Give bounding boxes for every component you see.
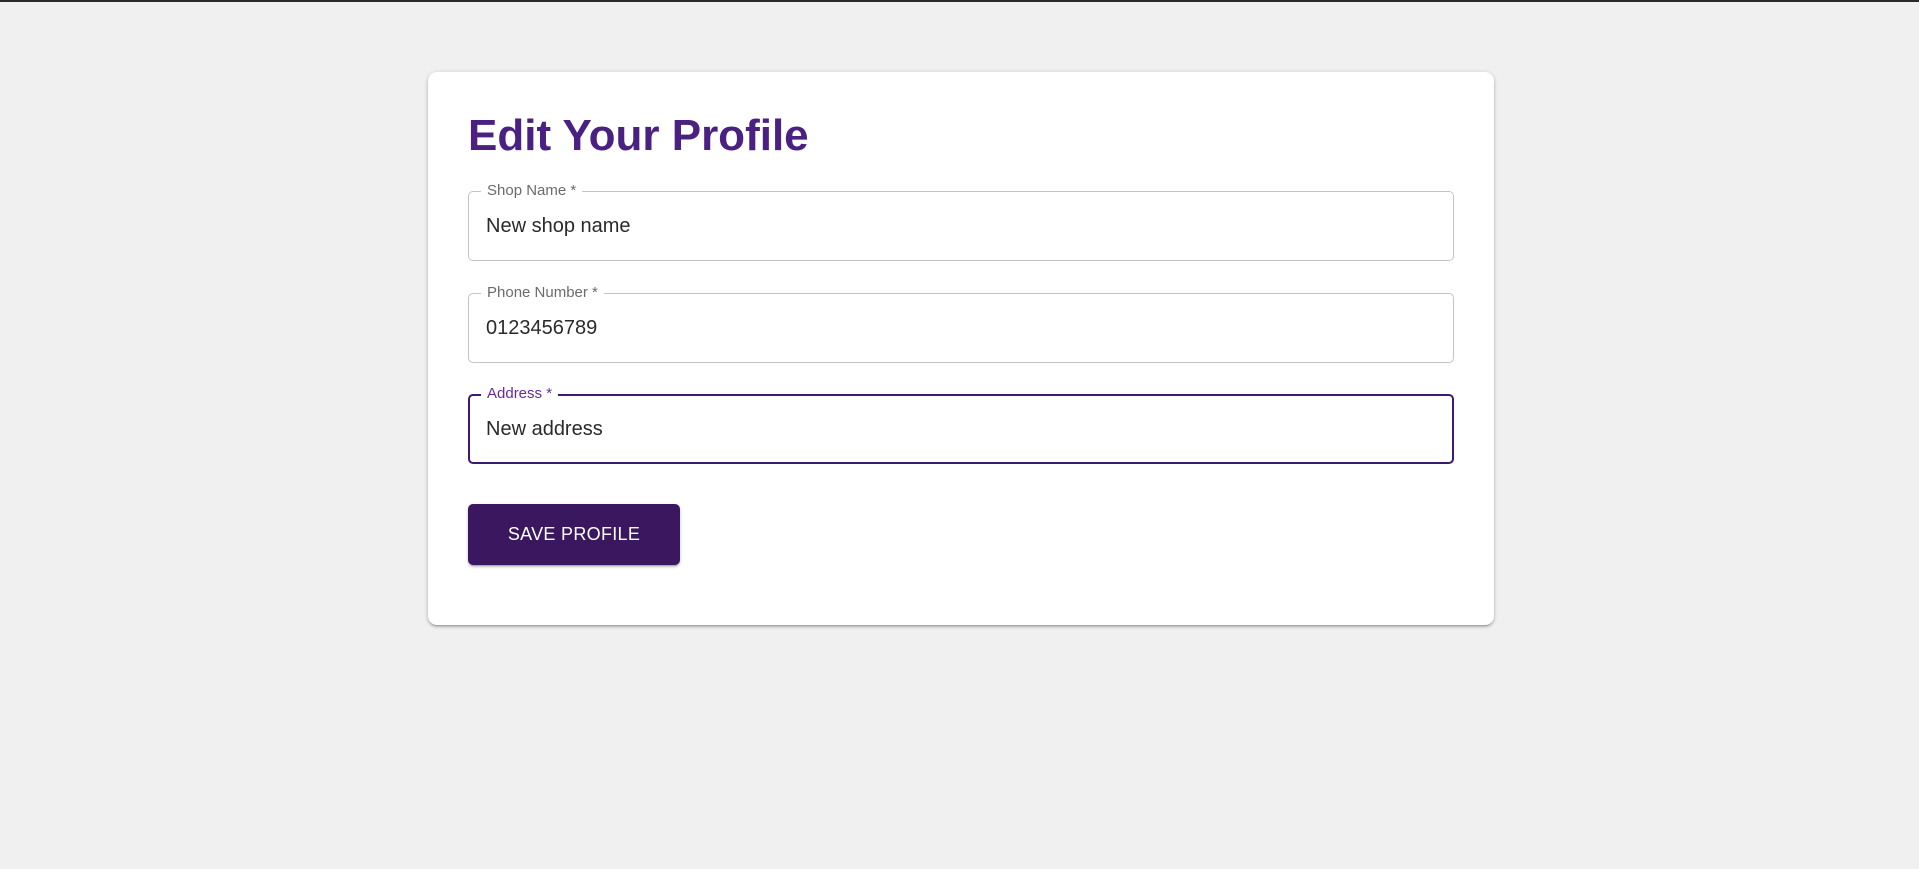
- address-field: Address *: [468, 386, 1454, 464]
- page-title: Edit Your Profile: [468, 111, 809, 160]
- shop-name-input[interactable]: [486, 192, 1426, 260]
- phone-number-field: Phone Number *: [468, 285, 1454, 363]
- shop-name-field: Shop Name *: [468, 183, 1454, 261]
- browser-top-edge: [0, 0, 1919, 2]
- phone-number-input[interactable]: [486, 294, 1426, 362]
- address-input[interactable]: [486, 395, 1426, 463]
- edit-profile-card: Edit Your Profile Shop Name * Phone Numb…: [428, 72, 1494, 625]
- save-profile-button[interactable]: SAVE PROFILE: [468, 504, 680, 565]
